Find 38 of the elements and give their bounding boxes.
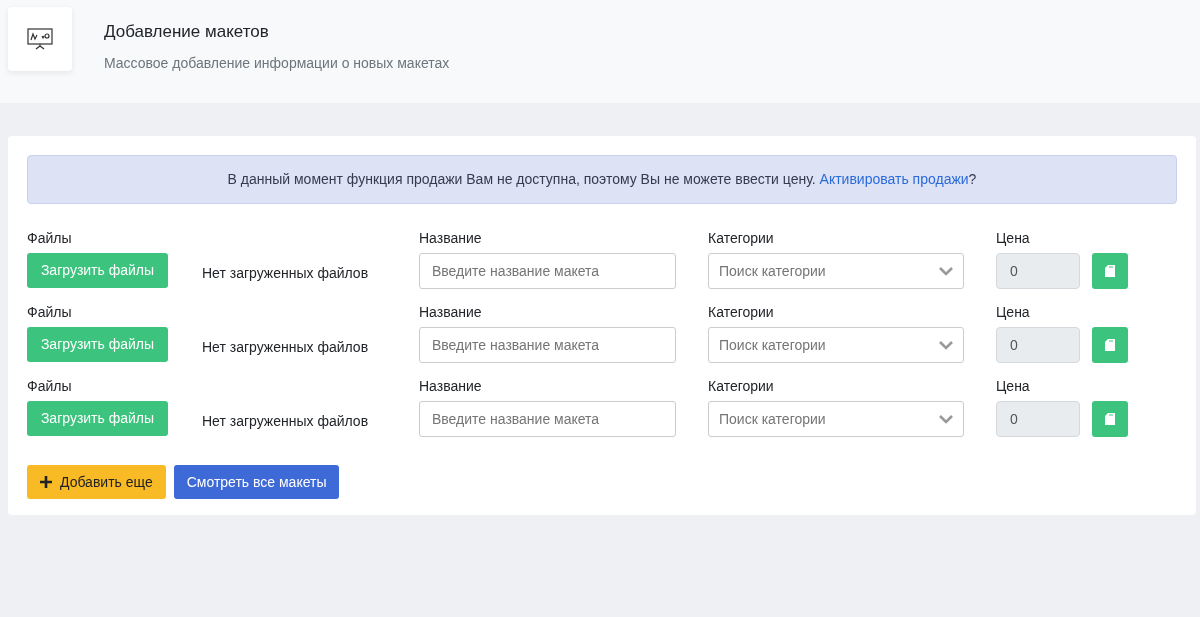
sd-card-icon	[1105, 413, 1115, 425]
field-label: Категории	[708, 377, 775, 393]
field-label: Название	[419, 303, 483, 319]
files-status: Нет загруженных файлов	[202, 338, 369, 357]
field-label: Название	[419, 229, 483, 245]
name-input[interactable]: Введите название макета	[419, 327, 676, 363]
field-label: Название	[419, 377, 483, 393]
page-title: Добавление макетов	[104, 21, 270, 43]
view-all-button[interactable]: Смотреть все макеты	[173, 465, 340, 499]
sd-card-icon	[1105, 339, 1115, 351]
field-label: Категории	[708, 303, 775, 319]
field-label: Категории	[708, 229, 775, 245]
category-select[interactable]: Поиск категории	[708, 327, 964, 363]
add-more-button[interactable]: Добавить еще	[27, 465, 166, 499]
chevron-down-icon	[939, 340, 953, 350]
save-button[interactable]	[1092, 327, 1128, 363]
save-button[interactable]	[1092, 401, 1128, 437]
name-input[interactable]: Введите название макета	[419, 253, 676, 289]
category-select[interactable]: Поиск категории	[708, 253, 964, 289]
plus-icon	[40, 476, 52, 488]
presentation-board-icon	[27, 27, 53, 51]
field-label: Цена	[996, 229, 1031, 245]
activate-sales-link[interactable]: Активировать продажи	[819, 171, 969, 187]
files-status: Нет загруженных файлов	[202, 264, 369, 283]
field-label: Файлы	[27, 303, 73, 319]
category-select[interactable]: Поиск категории	[708, 401, 964, 437]
chevron-down-icon	[939, 266, 953, 276]
files-status: Нет загруженных файлов	[202, 412, 369, 431]
field-label: Файлы	[27, 229, 73, 245]
save-button[interactable]	[1092, 253, 1128, 289]
field-label: Файлы	[27, 377, 73, 393]
field-label: Цена	[996, 303, 1031, 319]
field-label: Цена	[996, 377, 1031, 393]
info-alert: В данный момент функция продажи Вам не доступна, поэтому Вы не можете ввести цену. Активировать продажи?	[27, 155, 1177, 204]
chevron-down-icon	[939, 414, 953, 424]
page-subtitle: Массовое добавление информации о новых макетах	[104, 53, 450, 73]
name-input[interactable]: Введите название макета	[419, 401, 676, 437]
sd-card-icon	[1105, 265, 1115, 277]
